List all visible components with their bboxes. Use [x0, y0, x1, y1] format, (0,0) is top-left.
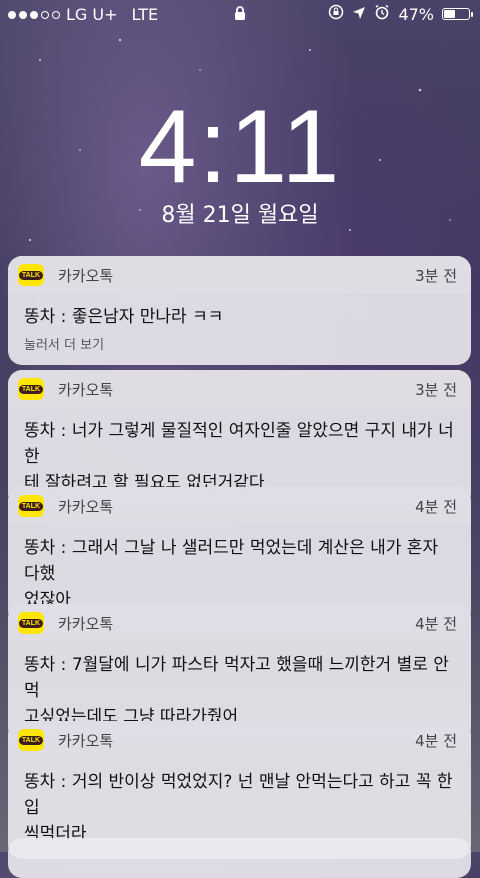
- signal-dot: [8, 10, 16, 19]
- lock-icon: [234, 6, 246, 25]
- notification-header: TALK 카카오톡 3분 전: [8, 256, 471, 294]
- press-for-more-hint: 눌러서 더 보기: [24, 338, 105, 353]
- location-arrow-icon: [352, 5, 366, 24]
- kakaotalk-icon: TALK: [18, 378, 44, 400]
- alarm-icon: [374, 4, 390, 24]
- app-name: 카카오톡: [58, 731, 114, 750]
- signal-strength: [8, 10, 60, 19]
- kakaotalk-icon: TALK: [18, 495, 44, 517]
- signal-dot: [52, 10, 60, 19]
- lock-clock: 4:11: [138, 89, 342, 205]
- notification-card-partial[interactable]: [8, 838, 471, 878]
- signal-dot: [30, 10, 38, 19]
- app-name: 카카오톡: [58, 380, 114, 399]
- notification-card[interactable]: TALK 카카오톡 3분 전 똥차 : 좋은남자 만나라 ㅋㅋ 눌러서 더 보기: [8, 256, 471, 365]
- notification-header: TALK 카카오톡 4분 전: [8, 487, 471, 525]
- app-name: 카카오톡: [58, 497, 114, 516]
- carrier-name: LG U+: [66, 5, 118, 24]
- notification-time: 4분 전: [415, 614, 457, 633]
- signal-dot: [19, 10, 27, 19]
- notification-header: TALK 카카오톡 4분 전: [8, 721, 471, 759]
- app-name: 카카오톡: [58, 614, 114, 633]
- notification-time: 4분 전: [415, 731, 457, 750]
- notification-time: 4분 전: [415, 497, 457, 516]
- signal-dot: [41, 10, 49, 19]
- kakaotalk-icon: TALK: [18, 729, 44, 751]
- notification-time: 3분 전: [415, 380, 457, 399]
- battery-percent: 47%: [398, 4, 434, 24]
- orientation-lock-icon: [328, 4, 344, 24]
- app-name: 카카오톡: [58, 266, 114, 285]
- battery-fill: [444, 10, 455, 18]
- status-left: LG U+ LTE: [8, 5, 158, 24]
- kakaotalk-icon: TALK: [18, 612, 44, 634]
- notification-header: TALK 카카오톡 4분 전: [8, 604, 471, 642]
- notification-header: TALK 카카오톡 3분 전: [8, 370, 471, 408]
- lock-date: 8월 21일 월요일: [161, 203, 319, 228]
- network-type: LTE: [131, 5, 159, 24]
- kakaotalk-icon: TALK: [18, 264, 44, 286]
- status-right: 47%: [328, 4, 473, 24]
- status-bar: LG U+ LTE 47%: [0, 0, 480, 30]
- notification-time: 3분 전: [415, 266, 457, 285]
- battery-icon: [442, 8, 473, 20]
